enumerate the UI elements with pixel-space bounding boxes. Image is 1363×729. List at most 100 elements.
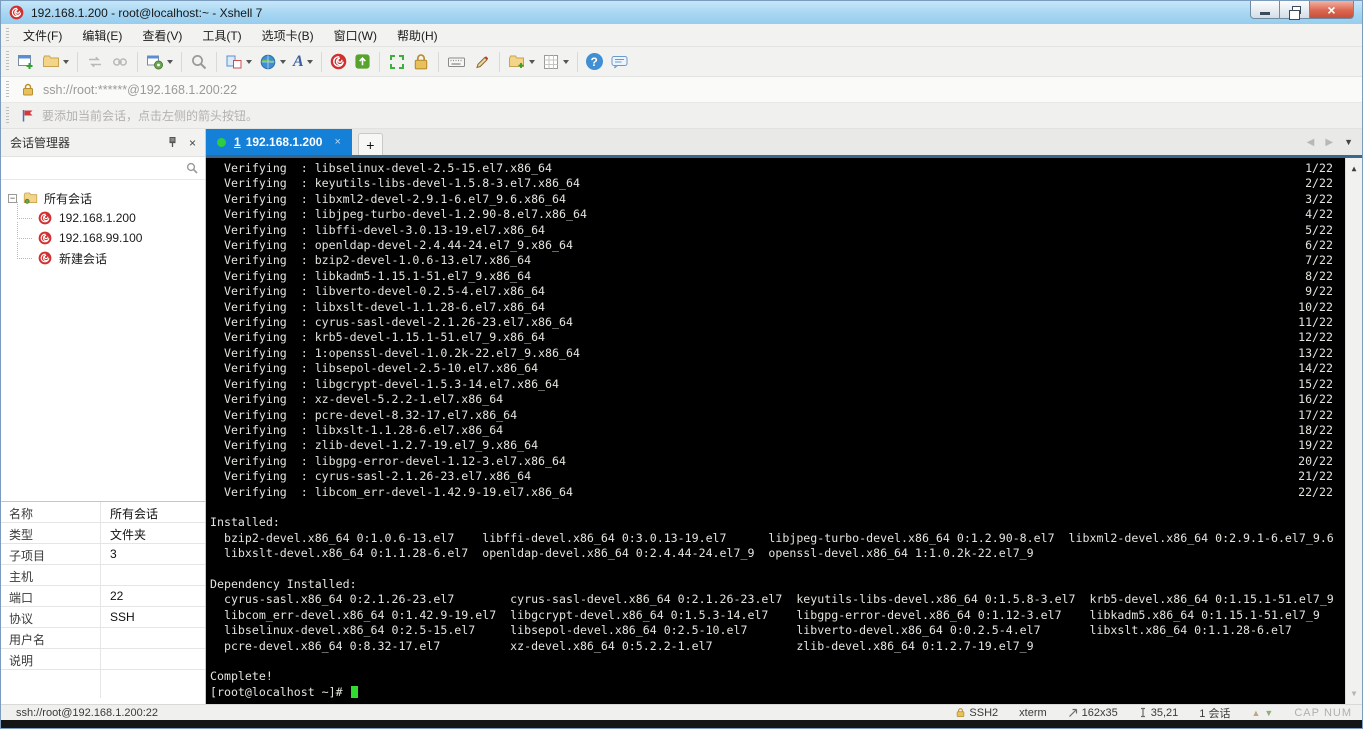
new-link-button-disabled[interactable]: [108, 50, 132, 74]
terminal-line: Verifying : libgcrypt-devel-1.5.3-14.el7…: [210, 376, 1333, 391]
help-button[interactable]: ?: [583, 50, 606, 74]
toolbar: A ?: [1, 47, 1362, 77]
session-search-box: [1, 157, 205, 180]
chevron-down-icon: [562, 59, 569, 64]
toolbar-separator: [77, 51, 78, 72]
session-folder-label: 所有会话: [44, 191, 93, 206]
toolbar-grip: [6, 107, 9, 124]
property-row: 说明: [1, 649, 205, 670]
property-label: 端口: [1, 586, 101, 606]
session-search-input[interactable]: [8, 161, 186, 175]
new-session-button[interactable]: [14, 50, 38, 74]
new-folder-button[interactable]: [505, 50, 538, 74]
toolbar-grip: [6, 28, 9, 42]
globe-icon: [260, 54, 276, 69]
session-item-label: 新建会话: [59, 251, 108, 266]
session-properties-button[interactable]: [143, 50, 176, 74]
resize-icon: [1068, 708, 1077, 717]
tab-close-icon[interactable]: ×: [334, 136, 340, 148]
proxy-button[interactable]: [256, 50, 289, 74]
full-screen-button[interactable]: [385, 50, 409, 74]
terminal-line: Verifying : xz-devel-5.2.2-1.el7.x86_64 1…: [210, 392, 1333, 407]
terminal-line: pcre-devel.x86_64 0:8.32-17.el7 xz-devel…: [210, 638, 1034, 653]
status-scroll-buttons: ▲ ▼: [1251, 708, 1273, 718]
tab-scroll-right-icon[interactable]: ▶: [1325, 137, 1333, 148]
properties-panel: 名称 所有会话 类型 文件夹 子项目 3 主机 端口 22 协议 SSH 用户名 说明: [1, 501, 205, 704]
terminal[interactable]: Verifying : libselinux-devel-2.5-15.el7.…: [206, 158, 1362, 704]
property-value[interactable]: [101, 628, 205, 648]
tile-windows-button[interactable]: [539, 50, 572, 74]
scroll-bottom-icon[interactable]: ▼: [1264, 708, 1273, 718]
lock-screen-button[interactable]: [410, 50, 433, 74]
terminal-line: Verifying : libjpeg-turbo-devel-1.2.90-8…: [210, 207, 1333, 222]
help-icon: ?: [585, 53, 603, 70]
font-button[interactable]: A: [290, 50, 316, 74]
toolbar-separator: [216, 51, 217, 72]
property-value[interactable]: 文件夹: [101, 523, 205, 543]
font-icon: A: [293, 52, 304, 70]
scroll-top-icon[interactable]: ▲: [1251, 708, 1260, 718]
terminal-line: Verifying : libffi-devel-3.0.13-19.el7.x…: [210, 222, 1333, 237]
tab-scroll-left-icon[interactable]: ◀: [1307, 137, 1315, 148]
tab-bar: 1 192.168.1.200 × + ◀ ▶ ▼: [206, 129, 1362, 158]
xshell-session-icon: [38, 251, 52, 265]
menu-edit[interactable]: 编辑(E): [72, 24, 132, 47]
toolbar-separator: [437, 51, 439, 72]
close-button[interactable]: ×: [1310, 1, 1354, 19]
tab-list-caret-icon[interactable]: ▼: [1344, 137, 1353, 147]
menu-help[interactable]: 帮助(H): [387, 24, 448, 47]
xftp-button[interactable]: [351, 50, 374, 74]
menu-tabs[interactable]: 选项卡(B): [252, 24, 324, 47]
session-properties-icon: [147, 55, 163, 69]
pin-icon[interactable]: [167, 136, 178, 150]
find-button[interactable]: [187, 50, 211, 74]
address-bar[interactable]: ssh://root:******@192.168.1.200:22: [1, 77, 1362, 103]
status-protocol: SSH2: [956, 707, 998, 719]
toolbar-separator: [181, 51, 182, 72]
chevron-down-icon: [63, 59, 69, 64]
grid-icon: [543, 54, 558, 69]
feedback-button[interactable]: [607, 50, 632, 74]
menu-bar: 文件(F) 编辑(E) 查看(V) 工具(T) 选项卡(B) 窗口(W) 帮助(…: [1, 24, 1362, 47]
toolbar-separator: [498, 51, 500, 72]
info-hint-text: 要添加当前会话，点击左侧的箭头按钮。: [42, 109, 259, 123]
highlight-button[interactable]: [470, 50, 494, 74]
scroll-down-icon[interactable]: ▼: [1352, 686, 1357, 701]
address-url[interactable]: ssh://root:******@192.168.1.200:22: [43, 83, 237, 97]
xshell-button[interactable]: [327, 50, 350, 74]
terminal-line: cyrus-sasl.x86_64 0:2.1.26-23.el7 cyrus-…: [210, 592, 1334, 607]
tab-index: 1: [234, 135, 241, 149]
terminal-line: libxslt-devel.x86_64 0:1.1.28-6.el7 open…: [210, 546, 1034, 561]
property-value[interactable]: [101, 649, 205, 669]
property-value[interactable]: 所有会话: [101, 502, 205, 522]
property-label: 用户名: [1, 628, 101, 648]
virtual-keyboard-button[interactable]: [444, 50, 469, 74]
close-panel-icon[interactable]: ×: [189, 137, 196, 149]
menu-file[interactable]: 文件(F): [13, 24, 72, 47]
property-value[interactable]: 22: [101, 586, 205, 606]
toolbar-separator: [378, 51, 380, 72]
properties-filler: [1, 670, 205, 704]
session-item[interactable]: 新建会话: [1, 242, 205, 268]
menu-tools[interactable]: 工具(T): [192, 24, 251, 47]
restore-button[interactable]: [1280, 1, 1310, 20]
tab-session-1[interactable]: 1 192.168.1.200 ×: [206, 129, 352, 155]
terminal-scrollbar[interactable]: ▲ ▼: [1345, 158, 1362, 704]
property-value[interactable]: 3: [101, 544, 205, 564]
open-session-button[interactable]: [39, 50, 72, 74]
scroll-up-icon[interactable]: ▲: [1352, 161, 1357, 176]
menu-view[interactable]: 查看(V): [132, 24, 192, 47]
property-value[interactable]: [101, 565, 205, 585]
menu-window[interactable]: 窗口(W): [324, 24, 387, 47]
tree-expander-icon[interactable]: −: [8, 193, 17, 203]
terminal-area: 1 192.168.1.200 × + ◀ ▶ ▼ Verifying : li…: [206, 129, 1362, 704]
file-transfer-button-disabled[interactable]: [83, 50, 107, 74]
screen-layout-button[interactable]: [222, 50, 255, 74]
new-session-icon: [18, 54, 33, 69]
chat-bubble-icon: [611, 55, 628, 68]
property-value[interactable]: SSH: [101, 607, 205, 627]
terminal-line: Verifying : libverto-devel-0.2.5-4.el7.x…: [210, 284, 1333, 299]
minimize-button[interactable]: [1250, 1, 1280, 19]
terminal-line: Verifying : zlib-devel-1.2.7-19.el7_9.x8…: [210, 438, 1333, 453]
new-tab-button[interactable]: +: [357, 133, 383, 155]
